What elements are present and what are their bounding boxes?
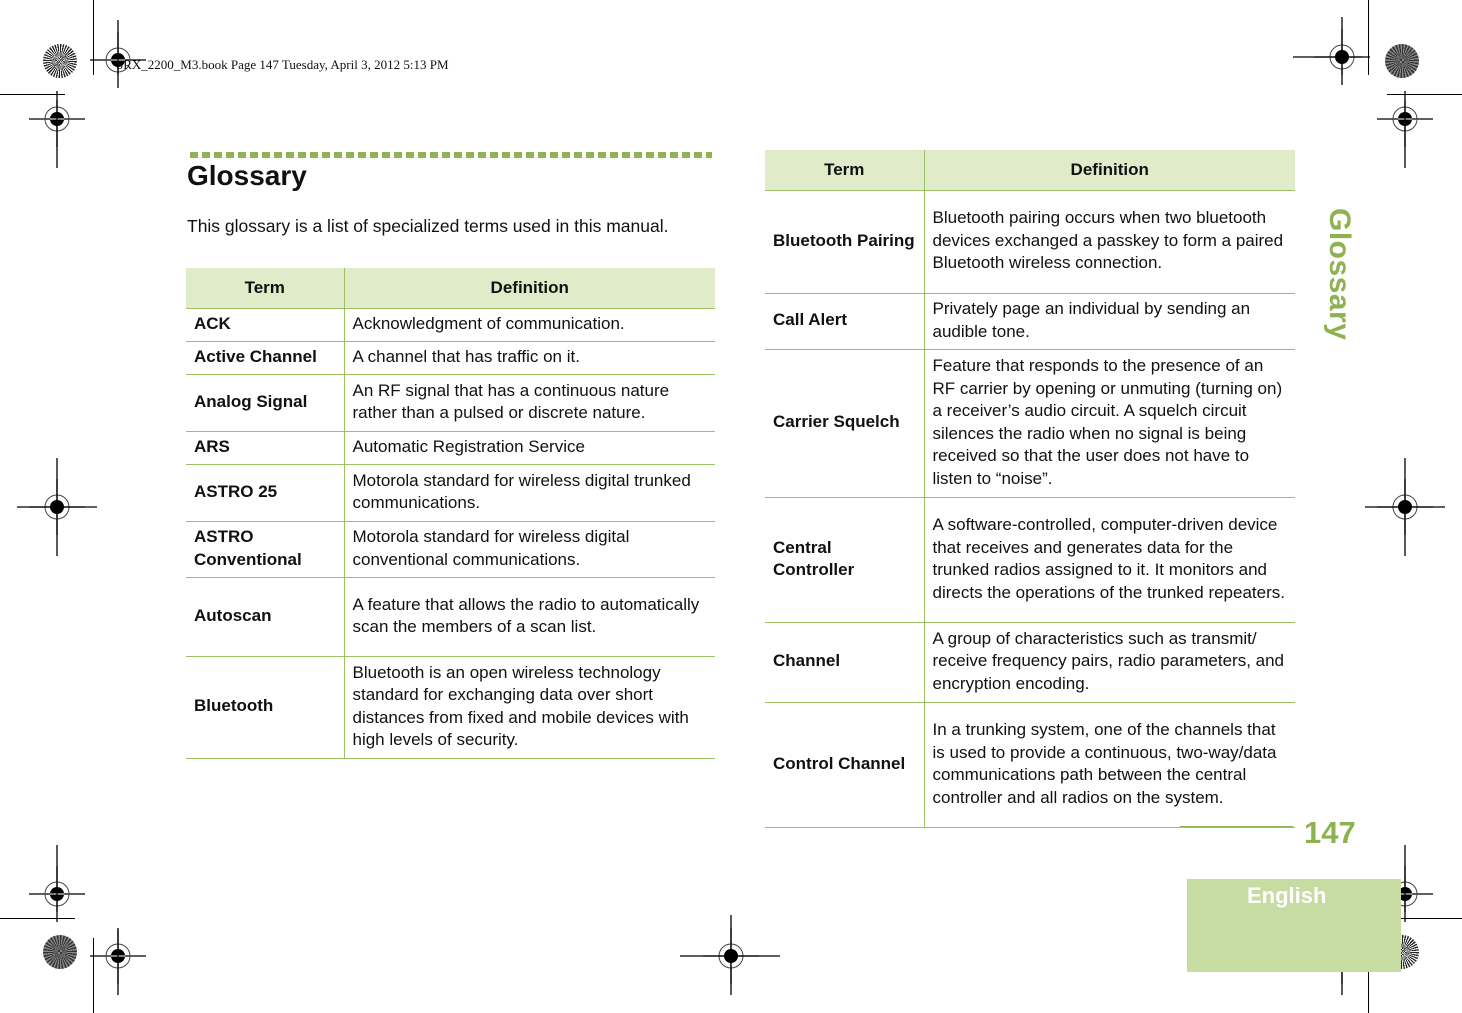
definition-cell: A feature that allows the radio to autom… bbox=[352, 594, 700, 637]
table-row: Central Controller A software-controlled… bbox=[765, 497, 1295, 623]
term-cell: Call Alert bbox=[765, 293, 925, 350]
table-row: ACK Acknowledgment of communication. bbox=[186, 308, 715, 342]
term-cell: Autoscan bbox=[186, 577, 345, 657]
term-cell: Active Channel bbox=[186, 341, 345, 375]
column-header-term: Term bbox=[186, 268, 345, 309]
language-label: English bbox=[1247, 883, 1327, 908]
definition-cell: In a trunking system, one of the channel… bbox=[932, 720, 1277, 807]
page-title: Glossary bbox=[187, 160, 307, 191]
table-row: Carrier Squelch Feature that responds to… bbox=[765, 349, 1295, 498]
color-bar-icon bbox=[1385, 44, 1419, 78]
table-row: Control Channel In a trunking system, on… bbox=[765, 702, 1295, 828]
table-row: ARS Automatic Registration Service bbox=[186, 431, 715, 465]
definition-cell: Acknowledgment of communication. bbox=[352, 313, 625, 333]
definition-cell: Bluetooth pairing occurs when two blueto… bbox=[932, 208, 1284, 273]
definition-cell: A channel that has traffic on it. bbox=[352, 346, 580, 366]
table-row: ASTRO 25 Motorola standard for wireless … bbox=[186, 464, 715, 522]
crosshair-icon bbox=[1376, 90, 1434, 148]
crosshair-icon bbox=[28, 865, 86, 923]
column-header-term: Term bbox=[765, 150, 925, 191]
table-row: Channel A group of characteristics such … bbox=[765, 622, 1295, 703]
term-cell: Bluetooth bbox=[186, 656, 345, 759]
section-divider bbox=[190, 152, 712, 158]
table-row: Analog Signal An RF signal that has a co… bbox=[186, 374, 715, 432]
section-side-tab: Glossary bbox=[1323, 208, 1356, 341]
crop-line bbox=[93, 938, 94, 1013]
term-cell: ASTRO 25 bbox=[186, 464, 345, 522]
crop-line bbox=[0, 918, 75, 919]
definition-cell: Motorola standard for wireless digital c… bbox=[352, 527, 630, 569]
intro-text: This glossary is a list of specialized t… bbox=[187, 216, 669, 236]
table-row: Bluetooth Bluetooth is an open wireless … bbox=[186, 656, 715, 759]
table-header-row: Term Definition bbox=[765, 150, 1295, 191]
crosshair-icon bbox=[28, 90, 86, 148]
crop-line bbox=[93, 0, 94, 75]
crop-line bbox=[1387, 94, 1462, 95]
definition-cell: Feature that responds to the presence of… bbox=[932, 356, 1283, 488]
crop-line bbox=[1368, 0, 1369, 75]
page-number: 147 bbox=[1304, 815, 1356, 850]
term-cell: Analog Signal bbox=[186, 374, 345, 432]
crop-line bbox=[0, 94, 65, 95]
crosshair-icon bbox=[1376, 478, 1434, 536]
color-bar-icon bbox=[43, 44, 77, 78]
definition-cell: Bluetooth is an open wireless technology… bbox=[352, 662, 689, 750]
term-cell: ASTRO Conventional bbox=[186, 521, 345, 578]
language-tab: English bbox=[1187, 879, 1401, 972]
table-header-row: Term Definition bbox=[186, 268, 715, 309]
color-bar-icon bbox=[43, 935, 77, 969]
table-row: Active Channel A channel that has traffi… bbox=[186, 341, 715, 375]
glossary-table-right: Term Definition Bluetooth Pairing Blueto… bbox=[765, 150, 1295, 828]
definition-cell: Privately page an individual by sending … bbox=[932, 299, 1251, 341]
term-cell: Carrier Squelch bbox=[765, 349, 925, 498]
definition-cell: Automatic Registration Service bbox=[352, 436, 585, 456]
table-row: Autoscan A feature that allows the radio… bbox=[186, 577, 715, 657]
term-cell: Bluetooth Pairing bbox=[765, 190, 925, 294]
crosshair-icon bbox=[702, 927, 760, 985]
definition-cell: Motorola standard for wireless digital t… bbox=[352, 470, 691, 513]
definition-cell: A group of characteristics such as trans… bbox=[932, 628, 1285, 693]
term-cell: Central Controller bbox=[765, 497, 925, 623]
glossary-table-left: Term Definition ACK Acknowledgment of co… bbox=[186, 268, 715, 759]
term-cell: ARS bbox=[186, 431, 345, 465]
column-header-definition: Definition bbox=[344, 268, 715, 309]
term-cell: Control Channel bbox=[765, 702, 925, 828]
crosshair-icon bbox=[89, 927, 147, 985]
term-cell: Channel bbox=[765, 622, 925, 703]
definition-cell: A software-controlled, computer-driven d… bbox=[932, 515, 1285, 602]
crosshair-icon bbox=[28, 478, 86, 536]
crosshair-icon bbox=[1313, 28, 1371, 86]
page-number-rule bbox=[1180, 826, 1293, 827]
definition-cell: An RF signal that has a continuous natur… bbox=[352, 380, 670, 423]
column-header-definition: Definition bbox=[924, 150, 1295, 191]
table-row: Call Alert Privately page an individual … bbox=[765, 293, 1295, 350]
table-row: Bluetooth Pairing Bluetooth pairing occu… bbox=[765, 190, 1295, 294]
term-cell: ACK bbox=[186, 308, 345, 342]
table-row: ASTRO Conventional Motorola standard for… bbox=[186, 521, 715, 578]
print-slug: SRX_2200_M3.book Page 147 Tuesday, April… bbox=[116, 57, 449, 72]
